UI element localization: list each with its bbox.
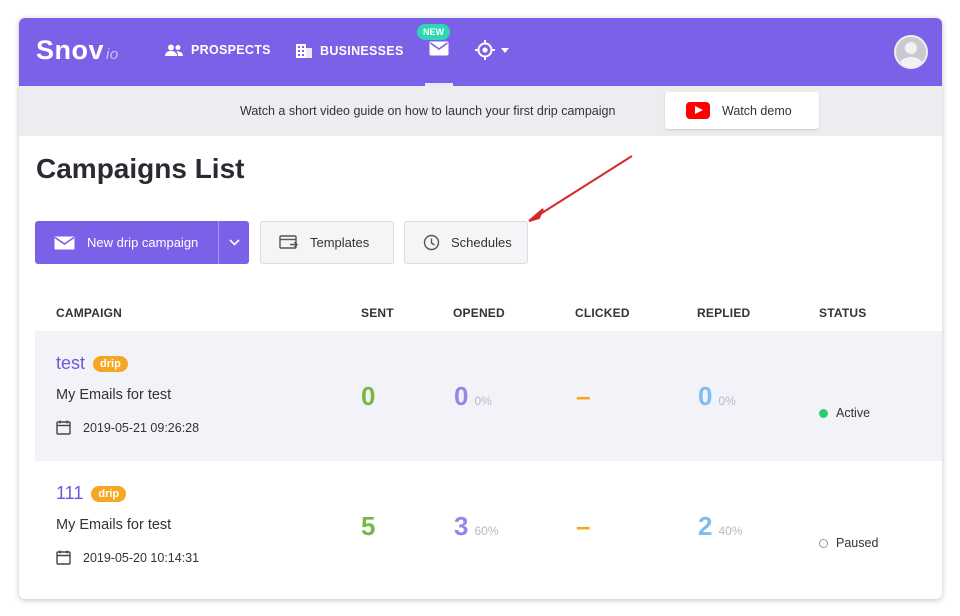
templates-label: Templates: [310, 235, 370, 250]
top-navbar: Snov io PROSPECTS BUSINESSES NEW: [19, 18, 942, 86]
campaign-date-text: 2019-05-20 10:14:31: [83, 550, 200, 565]
nav-more-tools[interactable]: [475, 40, 509, 60]
youtube-icon: [686, 102, 710, 119]
table-row[interactable]: 111 drip My Emails for test 2019-05-20 1…: [35, 461, 942, 591]
page-title: Campaigns List: [36, 153, 245, 184]
campaign-list-name: My Emails for test: [56, 387, 172, 403]
chevron-down-icon: [501, 47, 509, 53]
campaign-date: 2019-05-20 10:14:31: [56, 550, 199, 565]
nav-prospects[interactable]: PROSPECTS: [164, 43, 271, 57]
clicked-count: –: [576, 381, 590, 412]
watch-demo-label: Watch demo: [722, 103, 792, 118]
new-drip-campaign-button[interactable]: New drip campaign: [35, 221, 249, 264]
campaign-name-link[interactable]: test drip: [56, 353, 128, 374]
schedules-label: Schedules: [451, 235, 512, 250]
column-header-status[interactable]: STATUS: [819, 306, 866, 320]
status-active-dot: [819, 408, 828, 418]
campaign-list-name: My Emails for test: [56, 517, 172, 533]
drip-badge: drip: [93, 355, 128, 372]
campaign-date-text: 2019-05-21 09:26:28: [83, 420, 200, 435]
guide-banner: Watch a short video guide on how to laun…: [19, 86, 942, 136]
nav-prospects-label: PROSPECTS: [191, 43, 271, 57]
calendar-icon: [56, 420, 71, 435]
drip-badge: drip: [91, 485, 127, 502]
mail-icon: [429, 41, 449, 56]
nav-businesses[interactable]: BUSINESSES: [295, 43, 404, 58]
column-header-replied[interactable]: REPLIED: [697, 306, 750, 320]
column-header-clicked[interactable]: CLICKED: [575, 306, 630, 320]
campaign-name[interactable]: 111: [56, 483, 83, 504]
opened-value: 3: [454, 511, 469, 541]
replied-percent: 40%: [718, 524, 743, 538]
opened-count: 0 0%: [454, 381, 492, 412]
nav-email-campaigns[interactable]: [425, 38, 453, 86]
column-header-opened[interactable]: OPENED: [453, 306, 505, 320]
campaign-date: 2019-05-21 09:26:28: [56, 420, 199, 435]
clock-icon: [423, 234, 440, 251]
guide-text: Watch a short video guide on how to laun…: [240, 104, 616, 118]
replied-value: 0: [698, 381, 713, 411]
new-campaign-dropdown[interactable]: [218, 221, 249, 264]
column-header-sent[interactable]: SENT: [361, 306, 394, 320]
status-text: Active: [836, 406, 871, 420]
templates-button[interactable]: Templates: [260, 221, 394, 264]
column-header-campaign[interactable]: CAMPAIGN: [56, 306, 122, 320]
user-icon: [899, 42, 923, 67]
replied-count: 2 40%: [698, 511, 743, 542]
status-paused-dot: [819, 538, 828, 548]
app-window: Snov io PROSPECTS BUSINESSES NEW Watch a…: [19, 18, 942, 599]
watch-demo-button[interactable]: Watch demo: [665, 92, 819, 129]
campaign-name[interactable]: test: [56, 353, 85, 374]
clicked-value: –: [576, 511, 591, 541]
status-text: Paused: [836, 536, 879, 550]
opened-percent: 0%: [474, 394, 492, 408]
people-icon: [165, 44, 183, 56]
new-campaign-main[interactable]: New drip campaign: [35, 221, 218, 264]
schedules-button[interactable]: Schedules: [404, 221, 528, 264]
campaign-name-link[interactable]: 111 drip: [56, 483, 127, 504]
replied-percent: 0%: [718, 394, 736, 408]
sent-count: 5: [361, 511, 375, 542]
table-row[interactable]: test drip My Emails for test 2019-05-21 …: [35, 331, 942, 461]
logo-suffix: io: [106, 46, 119, 63]
target-icon: [475, 40, 495, 60]
sent-value: 5: [361, 511, 376, 541]
replied-count: 0 0%: [698, 381, 736, 412]
status-badge[interactable]: Paused: [819, 536, 878, 550]
clicked-value: –: [576, 381, 591, 411]
template-icon: [279, 234, 298, 249]
opened-value: 0: [454, 381, 469, 411]
user-avatar[interactable]: [894, 35, 928, 69]
opened-percent: 60%: [474, 524, 499, 538]
status-badge[interactable]: Active: [819, 406, 870, 420]
logo-text: Snov: [36, 35, 105, 65]
chevron-down-icon: [228, 239, 240, 246]
replied-value: 2: [698, 511, 713, 541]
annotation-arrow: [528, 155, 633, 222]
logo[interactable]: Snov io: [36, 35, 119, 66]
new-campaign-label: New drip campaign: [87, 235, 199, 250]
building-icon: [296, 44, 312, 58]
nav-businesses-label: BUSINESSES: [320, 43, 404, 58]
sent-count: 0: [361, 381, 375, 412]
sent-value: 0: [361, 381, 376, 411]
opened-count: 3 60%: [454, 511, 499, 542]
mail-icon: [54, 236, 75, 249]
clicked-count: –: [576, 511, 590, 542]
calendar-icon: [56, 550, 71, 565]
